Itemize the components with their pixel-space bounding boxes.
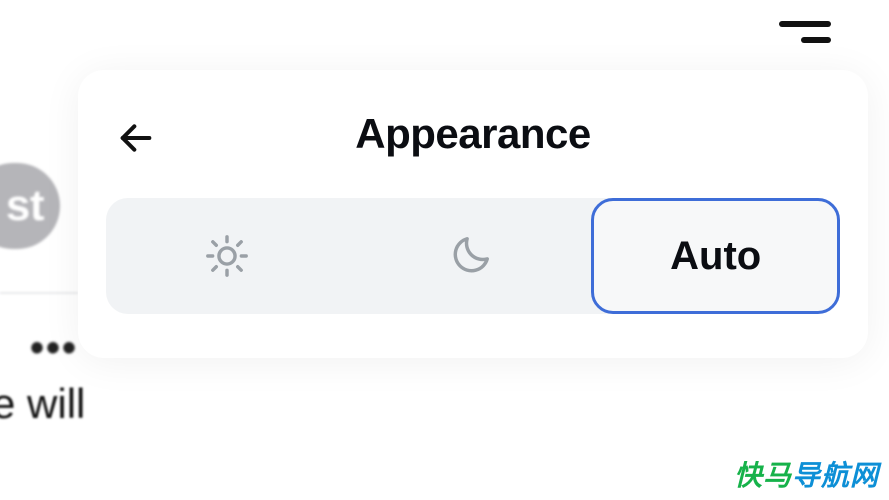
back-button[interactable] [114,116,158,160]
menu-button[interactable] [775,16,831,48]
background-post-button: st [0,163,60,249]
theme-option-dark[interactable] [349,198,592,314]
menu-line [801,37,831,43]
modal-title: Appearance [355,110,590,158]
background-truncated-text: e will [0,380,85,428]
sun-icon [204,233,250,279]
theme-option-light[interactable] [106,198,349,314]
background-post-button-text: st [6,181,44,231]
appearance-modal: Appearance Auto [78,70,868,358]
menu-line [779,21,831,27]
background-divider [0,292,78,294]
watermark: 快马导航网 [734,454,879,494]
background-more-dots: ••• [30,326,78,371]
watermark-part2: 导航网 [792,460,879,491]
watermark-part1: 快马 [734,460,792,491]
modal-header: Appearance [106,98,840,170]
theme-segmented-control: Auto [106,198,840,314]
moon-icon [447,233,493,279]
theme-option-auto[interactable]: Auto [591,198,840,314]
arrow-left-icon [116,118,156,158]
theme-option-auto-label: Auto [670,234,761,279]
